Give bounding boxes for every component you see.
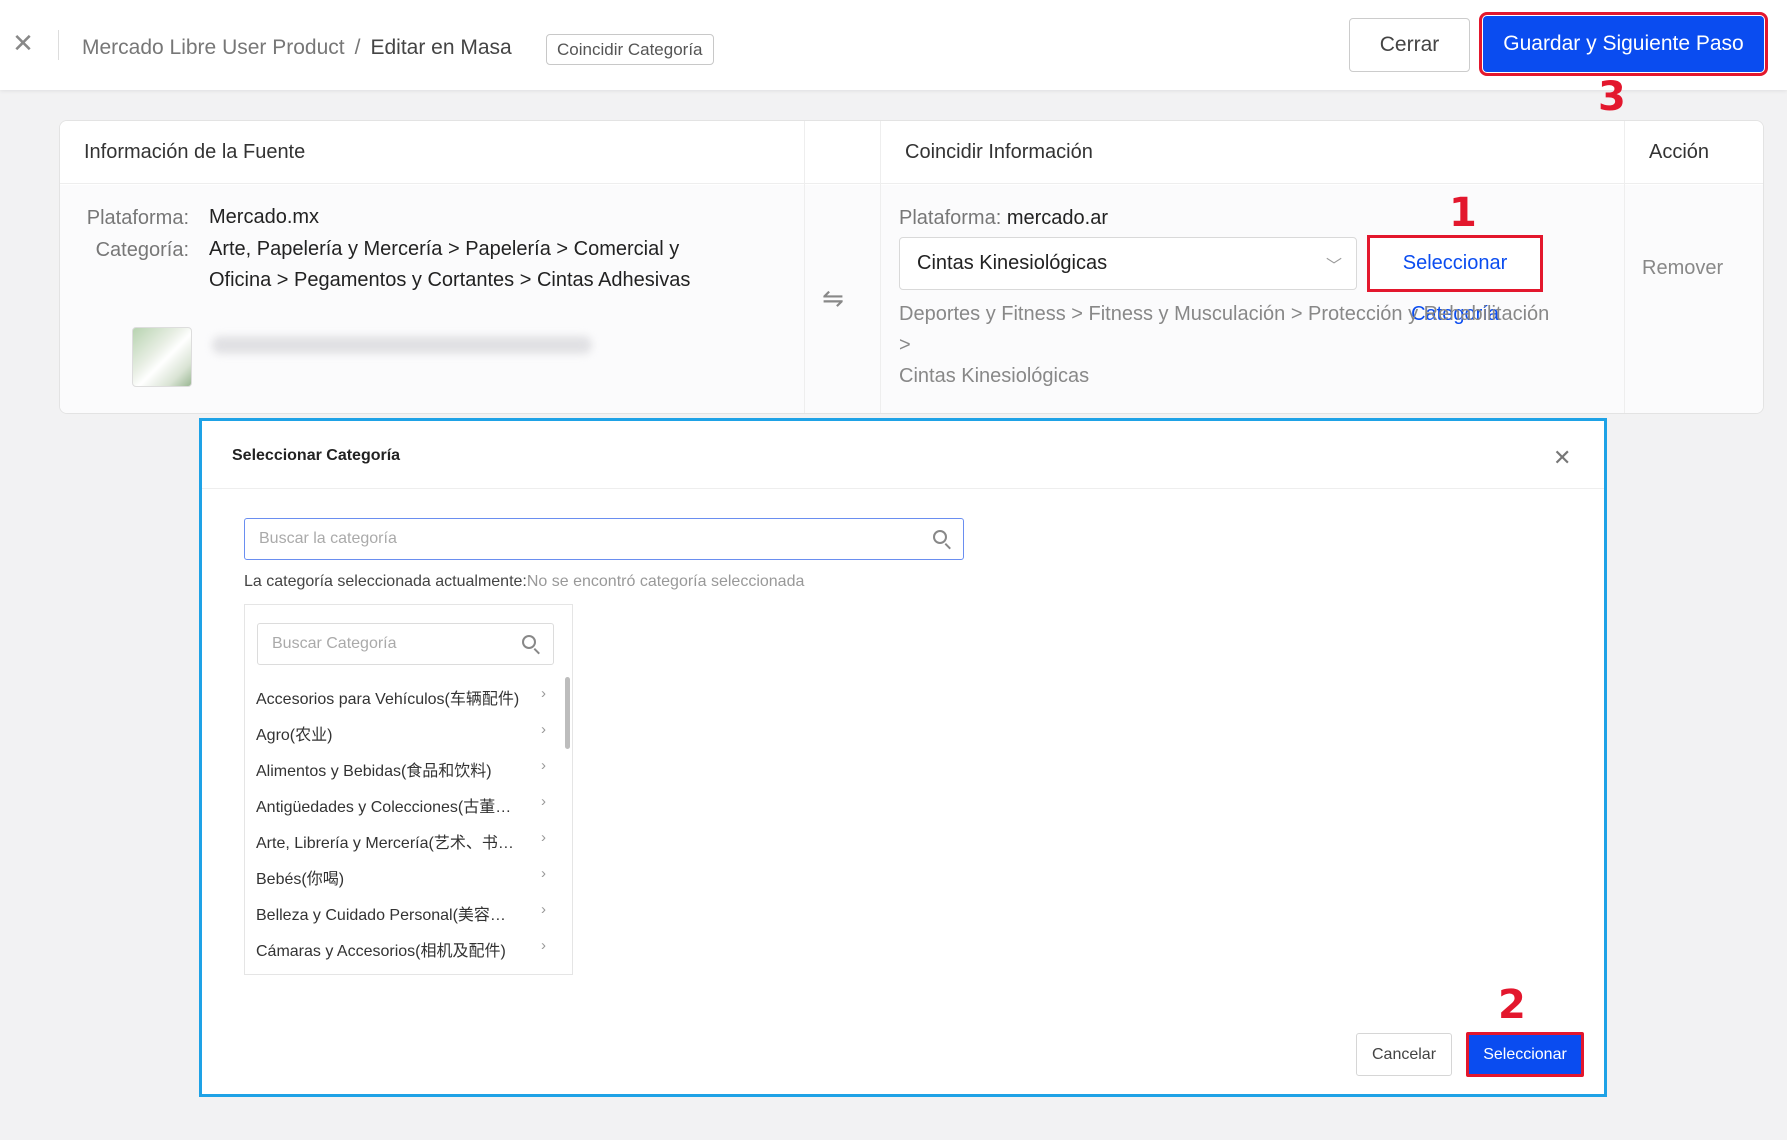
chevron-right-icon: › (541, 865, 546, 882)
category-select-value: Cintas Kinesiológicas (917, 252, 1108, 274)
category-tree: Buscar Categoría Accesorios para Vehícul… (244, 604, 573, 975)
current-category-value: No se encontró categoría seleccionada (526, 573, 805, 590)
swap-icon: ⇋ (822, 283, 844, 313)
breadcrumb-current: Editar en Masa (370, 36, 512, 59)
search-placeholder: Buscar la categoría (259, 530, 397, 547)
chevron-right-icon: › (541, 901, 546, 918)
close-icon[interactable]: ✕ (10, 30, 36, 56)
match-table: Información de la Fuente Coincidir Infor… (59, 120, 1764, 414)
current-category-label: La categoría seleccionada actualmente: (244, 573, 527, 590)
category-item[interactable]: Bebés(你喝) (256, 865, 546, 889)
column-header-source: Información de la Fuente (84, 141, 306, 163)
product-title-blurred (212, 336, 592, 354)
save-next-button[interactable]: Guardar y Siguiente Paso (1479, 12, 1768, 76)
column-header-action: Acción (1649, 141, 1710, 163)
chevron-right-icon: › (541, 793, 546, 810)
annotation-step-3: 3 (1598, 74, 1626, 120)
annotation-step-2: 2 (1498, 982, 1526, 1028)
chevron-right-icon: › (541, 685, 546, 702)
product-thumbnail (132, 327, 192, 387)
cancel-button[interactable]: Cancelar (1356, 1033, 1452, 1076)
category-item[interactable]: Agro(农业) (256, 721, 546, 745)
scrollbar[interactable] (565, 677, 570, 749)
breadcrumb-separator: / (354, 36, 361, 59)
modal-title: Seleccionar Categoría (232, 447, 401, 464)
category-item[interactable]: Accesorios para Vehículos(车辆配件) (256, 685, 546, 709)
annotation-step-1: 1 (1449, 190, 1477, 236)
matched-category-path-line2: Cintas Kinesiológicas (899, 365, 1090, 387)
step-tag: Coincidir Categoría (546, 34, 714, 65)
select-button[interactable]: Seleccionar (1466, 1032, 1584, 1077)
matched-category-path-line1: Deportes y Fitness > Fitness y Musculaci… (899, 303, 1550, 356)
remove-link[interactable]: Remover (1642, 257, 1723, 280)
source-category-label: Categoría: (95, 239, 189, 261)
column-divider (804, 121, 805, 413)
match-platform-value: mercado.ar (1006, 207, 1108, 229)
close-button[interactable]: Cerrar (1349, 18, 1470, 72)
category-item[interactable]: Alimentos y Bebidas(食品和饮料) (256, 757, 546, 781)
matched-category-path: Deportes y Fitness > Fitness y Musculaci… (899, 299, 1559, 392)
category-search-input[interactable]: Buscar la categoría (244, 518, 964, 560)
source-category-line1: Arte, Papelería y Mercería > Papelería >… (209, 238, 680, 260)
source-platform-label: Plataforma: (86, 207, 189, 229)
tree-search-placeholder: Buscar Categoría (272, 635, 397, 652)
source-category-line2: Oficina > Pegamentos y Cortantes > Cinta… (209, 269, 691, 291)
column-divider (880, 121, 881, 413)
current-category: La categoría seleccionada actualmente:No… (244, 573, 804, 591)
header-divider (58, 30, 59, 60)
category-item[interactable]: Belleza y Cuidado Personal(美容… (256, 901, 546, 925)
breadcrumb: Mercado Libre User Product / Editar en Mas… (82, 36, 512, 60)
column-divider (1624, 121, 1625, 413)
category-item[interactable]: Cámaras y Accesorios(相机及配件) (256, 937, 546, 961)
column-header-match: Coincidir Información (905, 141, 1093, 163)
chevron-down-icon: ﹀ (1325, 258, 1342, 275)
match-platform-label: Plataforma: (899, 207, 1002, 229)
top-bar: ✕ Mercado Libre User Product / Editar en M… (0, 0, 1787, 90)
category-tree-search-input[interactable]: Buscar Categoría (257, 623, 554, 665)
select-category-modal: Seleccionar Categoría ✕ Buscar la catego… (199, 418, 1607, 1097)
chevron-right-icon: › (541, 829, 546, 846)
category-item[interactable]: Antigüedades y Colecciones(古董… (256, 793, 546, 817)
category-select[interactable]: Cintas Kinesiológicas ﹀ (899, 237, 1357, 290)
source-platform: Mercado.mx (209, 206, 320, 228)
select-category-button[interactable]: Seleccionar Categoría (1367, 235, 1543, 325)
close-icon[interactable]: ✕ (1553, 445, 1571, 471)
chevron-right-icon: › (541, 757, 546, 774)
category-item[interactable]: Arte, Librería y Mercería(艺术、书… (256, 829, 546, 853)
match-platform: Plataforma: mercado.ar (899, 207, 1108, 230)
chevron-right-icon: › (541, 937, 546, 954)
search-icon (933, 530, 947, 544)
modal-divider (202, 488, 1604, 489)
chevron-right-icon: › (541, 721, 546, 738)
table-header: Información de la Fuente Coincidir Infor… (60, 121, 1763, 184)
breadcrumb-root[interactable]: Mercado Libre User Product (82, 36, 345, 59)
search-icon (522, 635, 536, 649)
